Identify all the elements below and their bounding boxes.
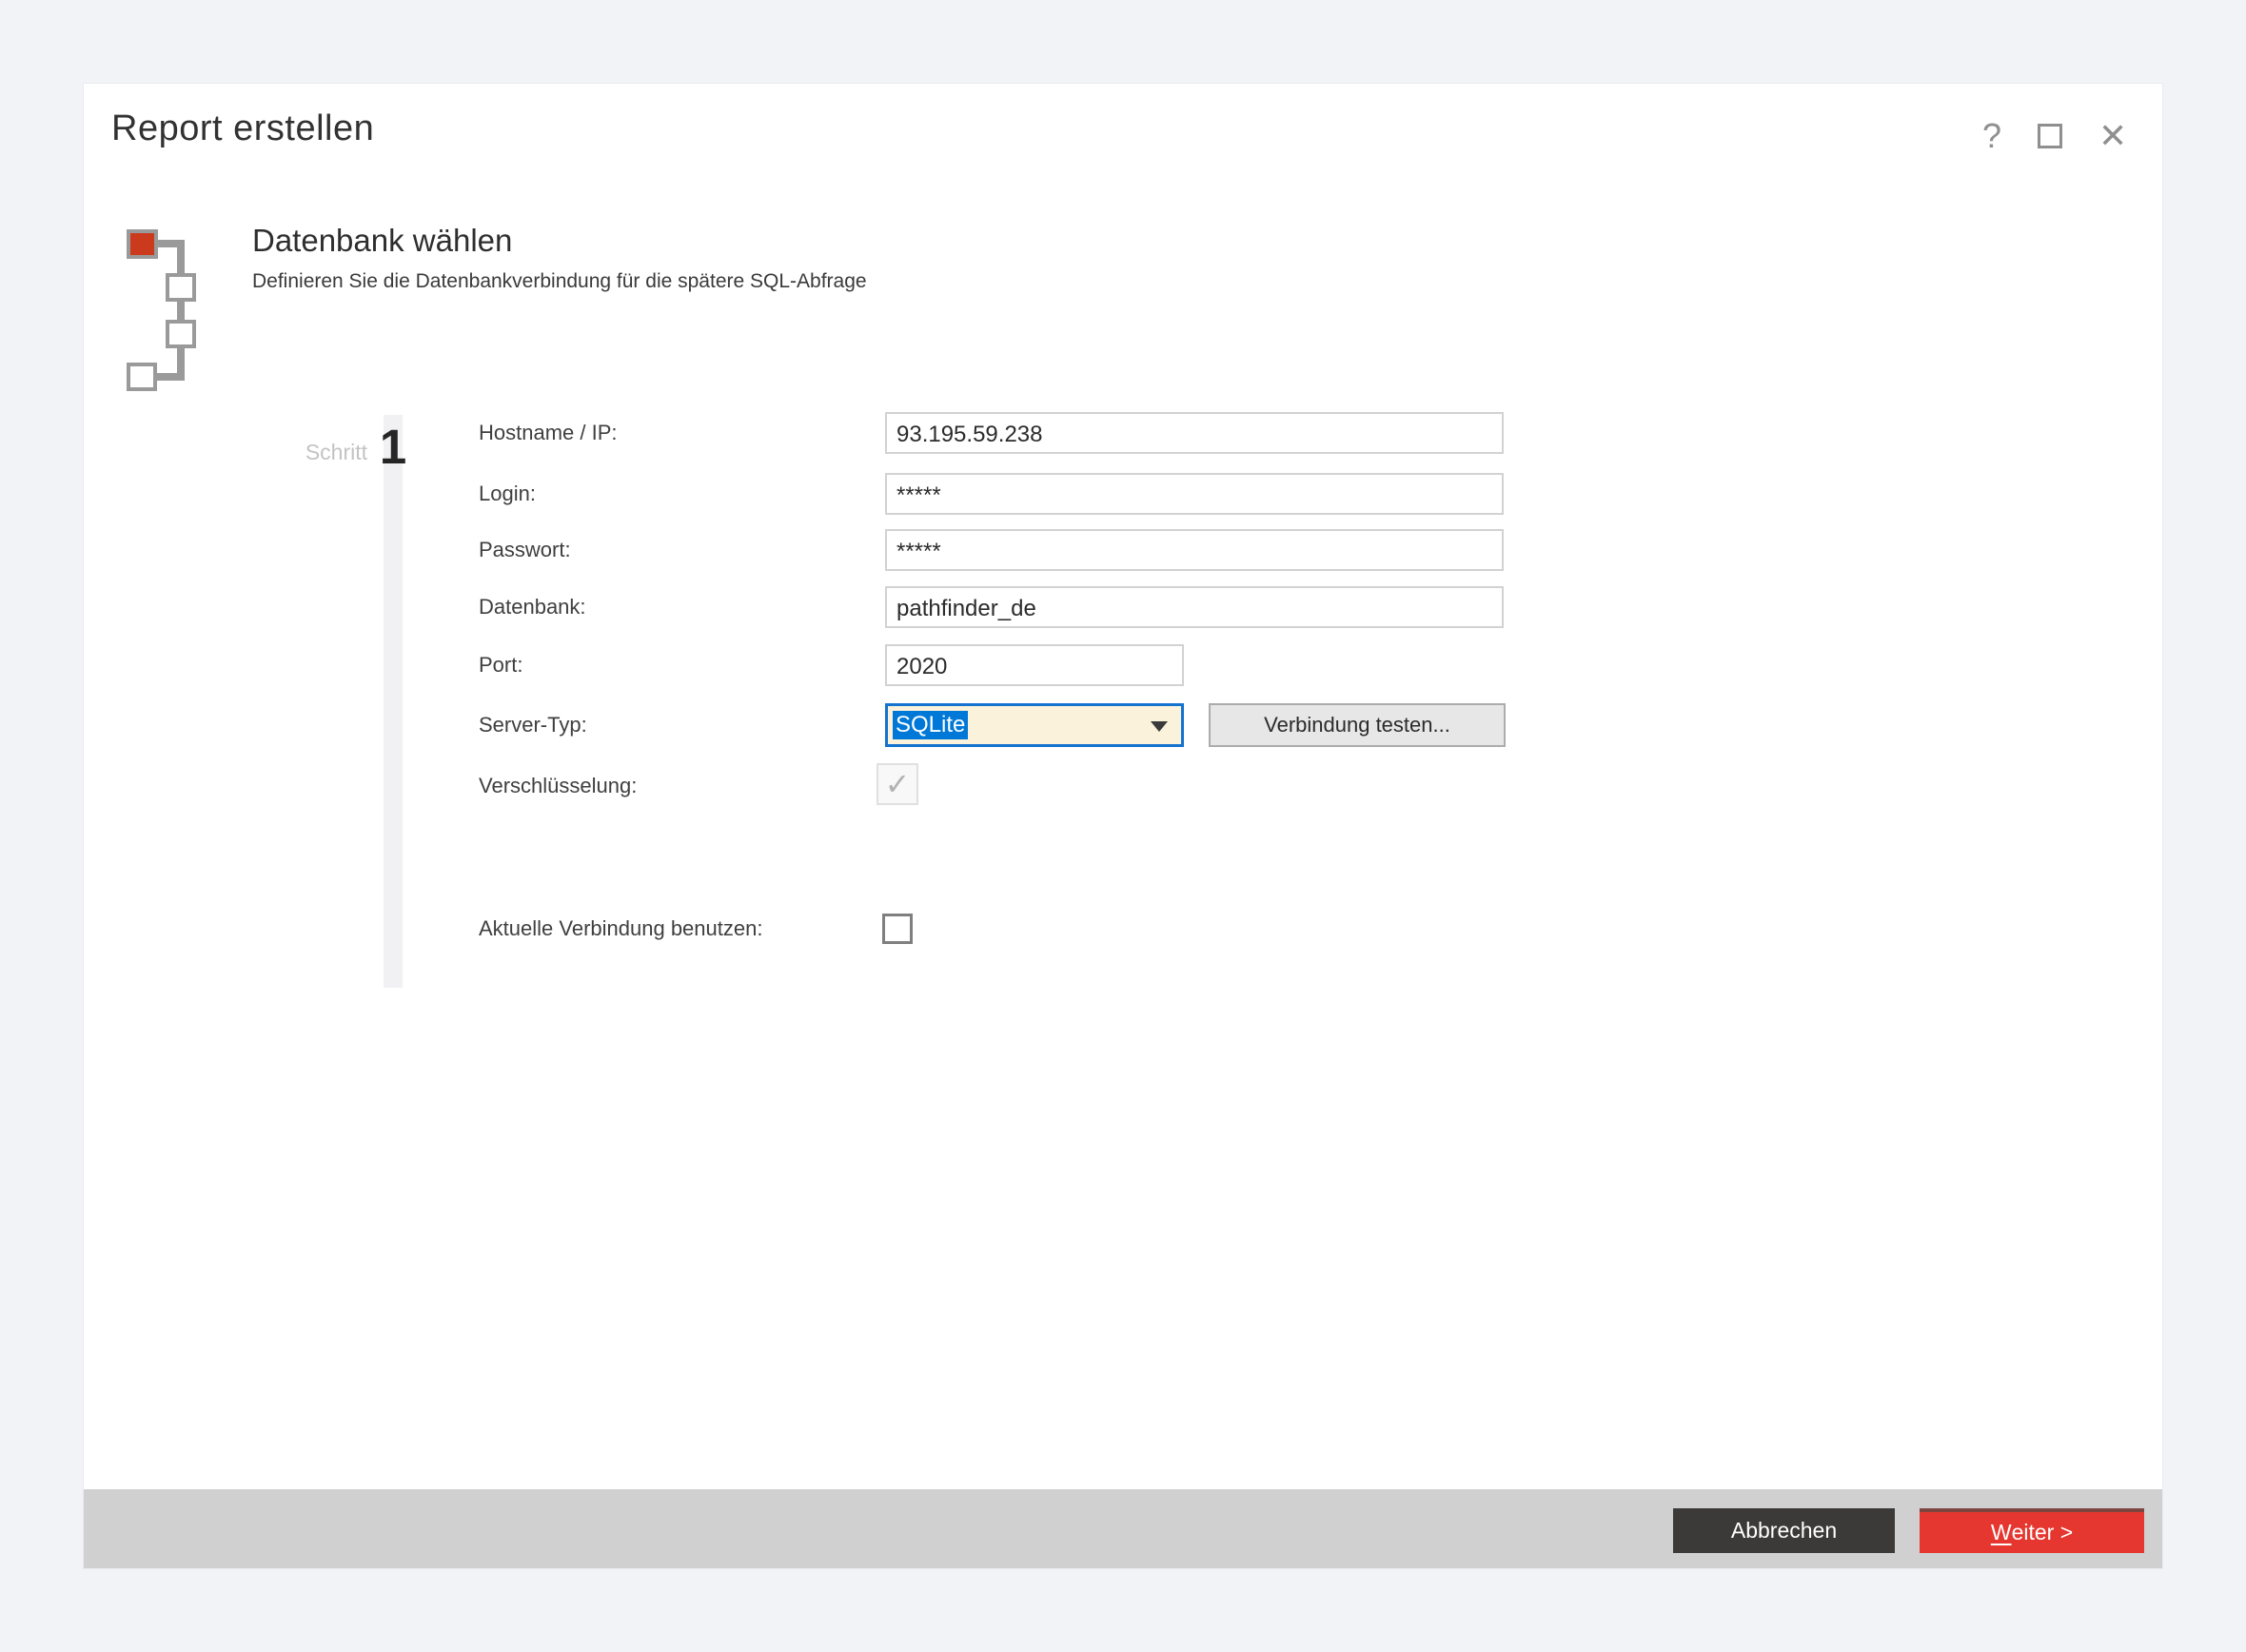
step-rail xyxy=(384,415,403,988)
step-label: Schritt xyxy=(255,440,367,465)
test-connection-button[interactable]: Verbindung testen... xyxy=(1209,703,1506,747)
step-number: 1 xyxy=(377,419,409,475)
titlebar-icons: ? ✕ xyxy=(1982,116,2127,156)
use-current-connection-checkbox[interactable] xyxy=(882,914,913,944)
step-subtitle: Definieren Sie die Datenbankverbindung f… xyxy=(252,270,867,293)
step-heading: Datenbank wählen Definieren Sie die Date… xyxy=(252,223,867,293)
maximize-box xyxy=(2038,124,2062,148)
next-button-mnemonic: W xyxy=(1991,1520,2012,1545)
use-current-connection-label: Aktuelle Verbindung benutzen: xyxy=(479,914,762,944)
cancel-button[interactable]: Abbrechen xyxy=(1673,1508,1895,1553)
report-dialog: Report erstellen ? ✕ Datenbank wählen De… xyxy=(84,84,2162,1568)
server-type-selected-value: SQLite xyxy=(893,711,968,739)
check-icon: ✓ xyxy=(885,766,911,802)
chevron-down-icon xyxy=(1151,721,1168,732)
encryption-label: Verschlüsselung: xyxy=(479,765,637,807)
next-button[interactable]: Weiter > xyxy=(1920,1508,2144,1553)
password-label: Passwort: xyxy=(479,529,571,571)
database-input[interactable] xyxy=(885,586,1504,628)
maximize-icon[interactable] xyxy=(2038,124,2062,148)
page-title: Report erstellen xyxy=(111,108,374,149)
port-input[interactable] xyxy=(885,644,1184,686)
next-button-label-rest: eiter > xyxy=(2012,1520,2074,1545)
dialog-footer: Abbrechen Weiter > xyxy=(84,1489,2162,1568)
hostname-label: Hostname / IP: xyxy=(479,412,618,454)
close-icon[interactable]: ✕ xyxy=(2098,116,2127,156)
server-type-dropdown[interactable]: SQLite xyxy=(885,703,1184,747)
encryption-checkbox: ✓ xyxy=(877,763,918,805)
password-input[interactable] xyxy=(885,529,1504,571)
server-type-label: Server-Typ: xyxy=(479,703,587,747)
database-label: Datenbank: xyxy=(479,586,586,628)
step-title: Datenbank wählen xyxy=(252,223,867,259)
port-label: Port: xyxy=(479,644,522,686)
login-input[interactable] xyxy=(885,473,1504,515)
hostname-input[interactable] xyxy=(885,412,1504,454)
login-label: Login: xyxy=(479,473,536,515)
wizard-progress-icon xyxy=(126,228,202,400)
help-icon[interactable]: ? xyxy=(1982,116,2001,156)
